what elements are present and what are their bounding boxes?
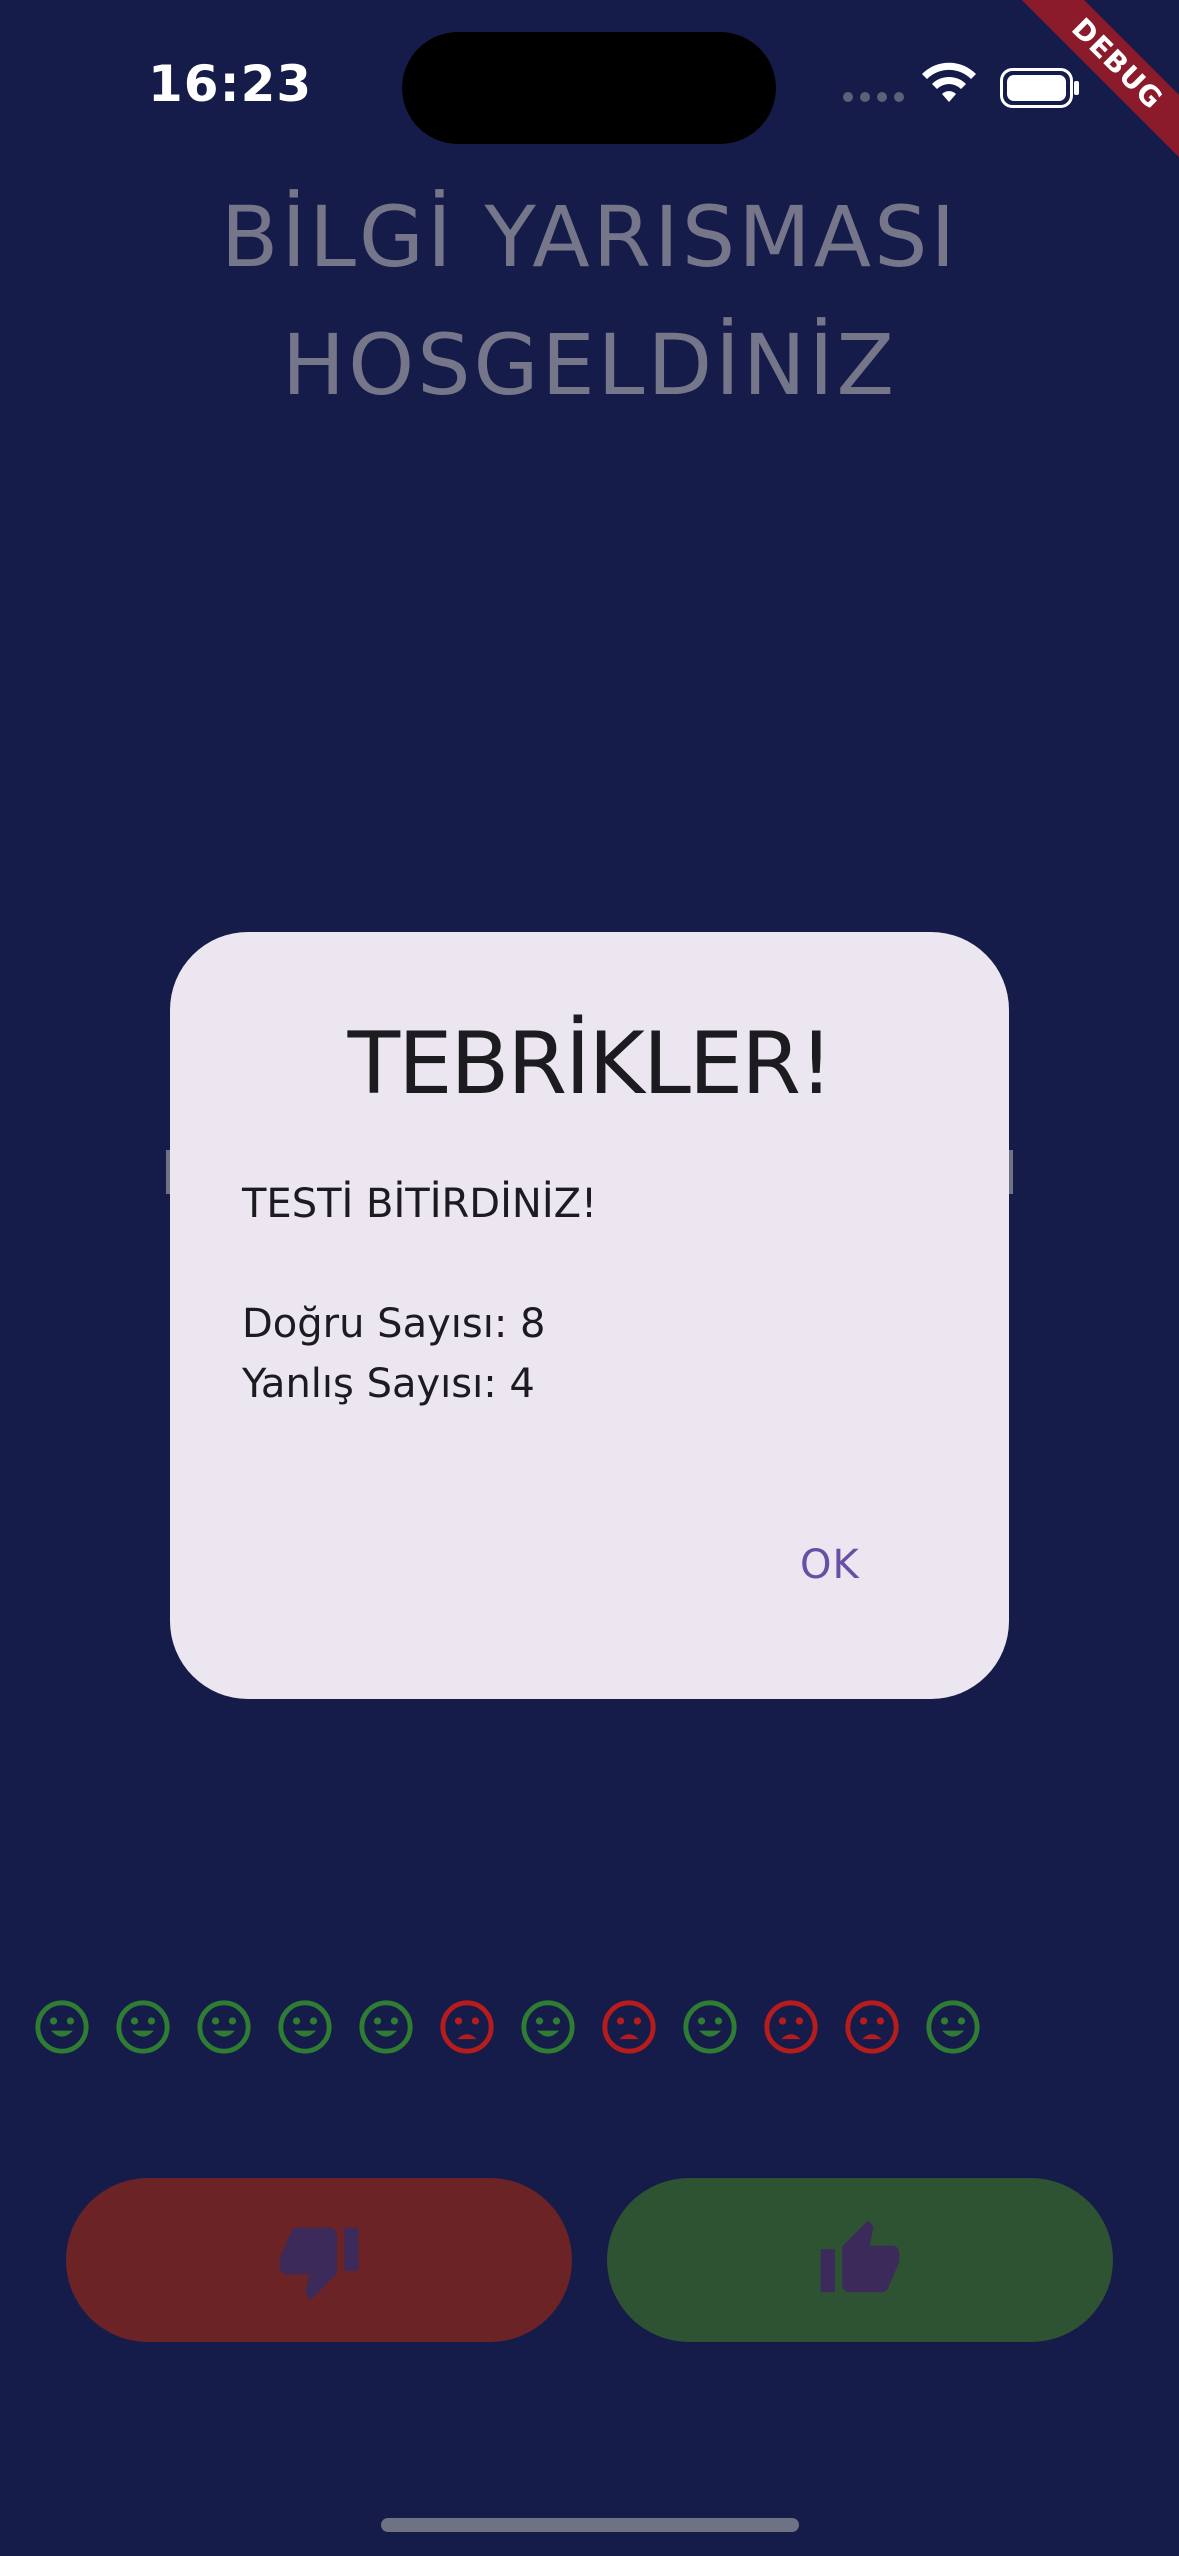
result-dialog: TEBRİKLER! TESTİ BİTİRDİNİZ! Doğru Sayıs… (170, 932, 1009, 1699)
wrong-count: Yanlış Sayısı: 4 (242, 1361, 535, 1407)
dialog-content: TESTİ BİTİRDİNİZ! Doğru Sayısı: 8 Yanlış… (242, 1174, 597, 1414)
dialog-title: TEBRİKLER! (347, 1014, 834, 1114)
ok-button[interactable]: OK (780, 1532, 880, 1598)
correct-count: Doğru Sayısı: 8 (242, 1301, 546, 1347)
home-indicator[interactable] (381, 2518, 799, 2532)
dialog-message: TESTİ BİTİRDİNİZ! (242, 1181, 598, 1227)
